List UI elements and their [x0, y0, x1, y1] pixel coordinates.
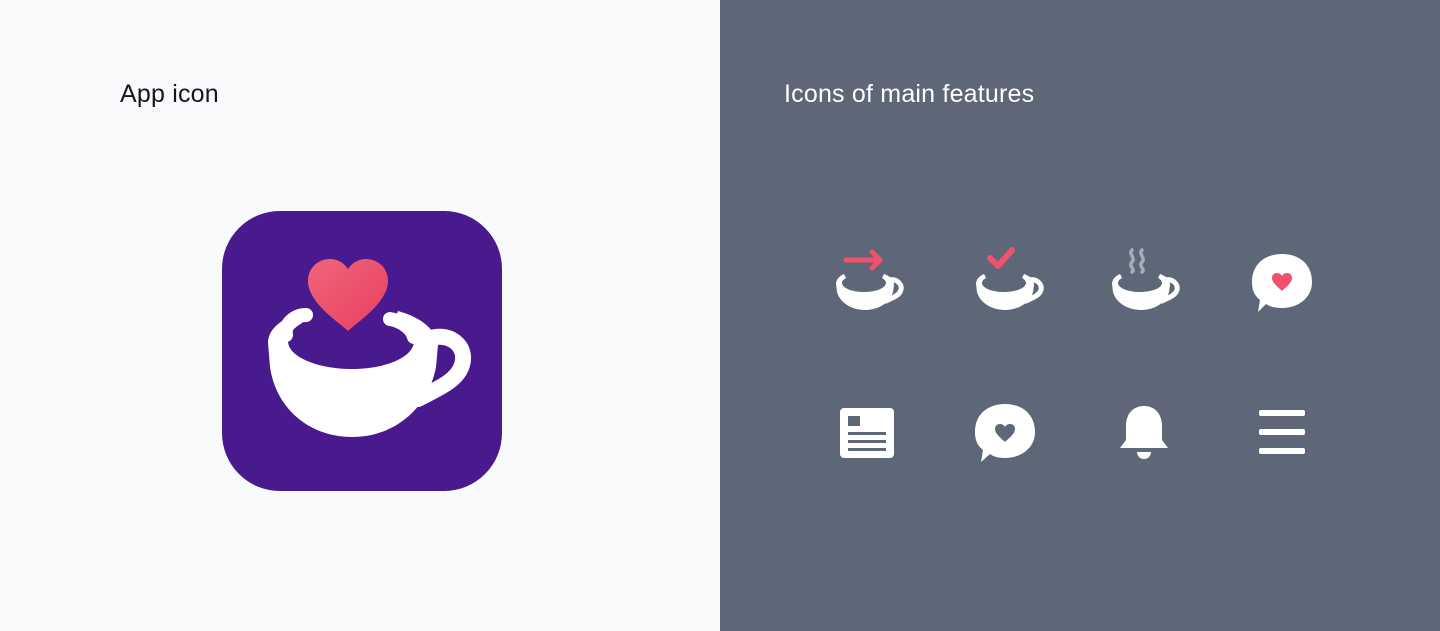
coffee-check-icon — [968, 240, 1048, 320]
bell-icon — [1104, 392, 1184, 472]
coffee-steam-icon — [1104, 240, 1184, 320]
coffee-arrow-icon — [828, 240, 908, 320]
feature-icons-section: Icons of main features — [720, 0, 1440, 631]
feature-icons-heading: Icons of main features — [784, 80, 1035, 108]
news-icon — [826, 392, 906, 472]
coffee-cup-heart-icon — [222, 211, 502, 491]
chat-heart-icon — [965, 392, 1045, 472]
menu-icon — [1242, 392, 1322, 472]
page: App icon Icons of main features — [0, 0, 1440, 631]
speech-bubble-heart-icon — [1242, 240, 1322, 320]
app-icon-section: App icon — [0, 0, 720, 631]
app-icon-heading: App icon — [120, 80, 219, 108]
